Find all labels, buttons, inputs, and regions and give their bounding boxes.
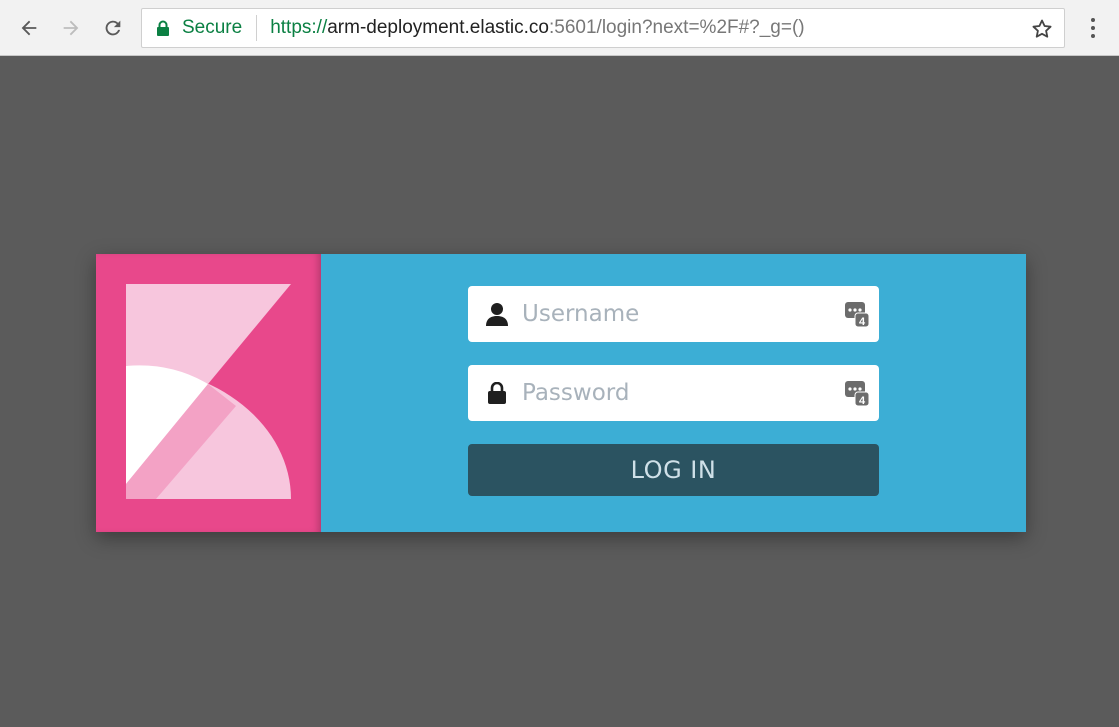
login-form: 4 4 LOG IN bbox=[321, 254, 1026, 532]
padlock-icon bbox=[157, 20, 169, 36]
menu-dot bbox=[1091, 34, 1095, 38]
login-button[interactable]: LOG IN bbox=[468, 444, 879, 496]
bookmark-star-icon[interactable] bbox=[1030, 17, 1054, 41]
url-host: arm-deployment.elastic.co bbox=[327, 17, 549, 38]
browser-toolbar: Secure https://arm-deployment.elastic.co… bbox=[0, 0, 1119, 56]
password-manager-icon[interactable]: 4 bbox=[845, 379, 871, 407]
username-field[interactable]: 4 bbox=[468, 286, 879, 342]
reload-icon bbox=[105, 20, 121, 36]
password-manager-icon[interactable]: 4 bbox=[845, 300, 871, 328]
browser-menu-button[interactable] bbox=[1083, 14, 1103, 42]
password-manager-badge: 4 bbox=[859, 316, 866, 328]
arrow-left-icon bbox=[21, 20, 37, 36]
menu-dot bbox=[1091, 18, 1095, 22]
back-button[interactable] bbox=[13, 12, 45, 44]
login-card: 4 4 LOG IN bbox=[96, 254, 1026, 532]
padlock-icon bbox=[486, 381, 508, 405]
url-path: :5601/login?next=%2F#?_g=() bbox=[549, 17, 805, 38]
password-input[interactable] bbox=[522, 373, 822, 413]
brand-panel bbox=[96, 254, 321, 532]
secure-label: Secure bbox=[182, 17, 243, 38]
password-field[interactable]: 4 bbox=[468, 365, 879, 421]
kibana-logo-icon bbox=[126, 284, 291, 499]
reload-button[interactable] bbox=[97, 12, 129, 44]
address-bar[interactable]: Secure https://arm-deployment.elastic.co… bbox=[141, 8, 1065, 48]
user-icon bbox=[486, 302, 508, 326]
arrow-right-icon bbox=[63, 20, 79, 36]
menu-dot bbox=[1091, 26, 1095, 30]
password-manager-badge: 4 bbox=[859, 395, 866, 407]
address-divider bbox=[256, 15, 258, 41]
username-input[interactable] bbox=[522, 294, 822, 334]
url-text[interactable]: https://arm-deployment.elastic.co:5601/l… bbox=[270, 17, 804, 39]
url-scheme: https:// bbox=[270, 17, 328, 38]
forward-button[interactable] bbox=[55, 12, 87, 44]
